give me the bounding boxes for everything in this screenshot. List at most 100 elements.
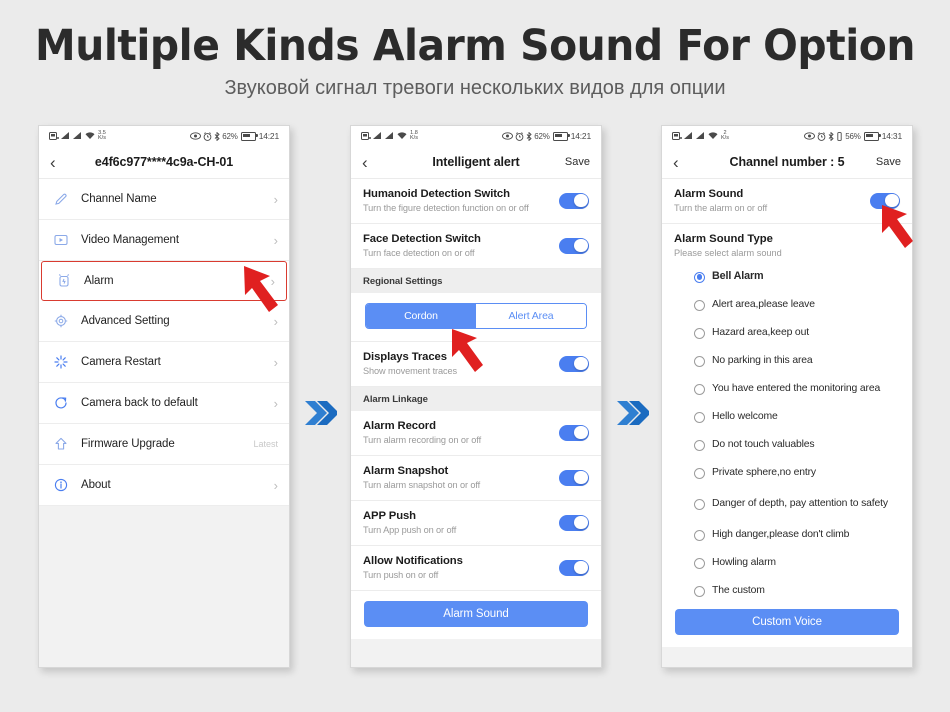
radio-unselected-icon — [694, 355, 705, 367]
toggle-row-subtitle: Turn face detection on or off — [363, 248, 475, 258]
settings-row-label: Firmware Upgrade — [81, 438, 175, 450]
settings-row-channel-name[interactable]: Channel Name › — [39, 179, 289, 220]
radio-option-do-not-touch-valuables[interactable]: Do not touch valuables — [662, 431, 912, 459]
radio-option-no-parking-in-this-area[interactable]: No parking in this area — [662, 347, 912, 375]
toggle-row-face-detection[interactable]: Face Detection Switch Turn face detectio… — [351, 224, 601, 269]
save-button[interactable]: Save — [876, 156, 901, 168]
radio-option-label: Howling alarm — [712, 557, 776, 569]
chevron-right-icon: › — [273, 477, 278, 493]
toggle-knob — [574, 238, 588, 253]
segment-cordon[interactable]: Cordon — [366, 304, 476, 328]
save-button[interactable]: Save — [565, 156, 590, 168]
settings-row-advanced-setting[interactable]: Advanced Setting › — [39, 301, 289, 342]
alarm-clock-icon — [817, 131, 826, 141]
radio-option-label: The custom — [712, 585, 765, 597]
radio-option-the-custom[interactable]: The custom — [662, 577, 912, 605]
toggle-row-title: Alarm Sound — [674, 188, 744, 200]
radio-option-high-danger-please-dont-climb[interactable]: High danger,please don't climb — [662, 521, 912, 549]
alarm-clock-icon — [54, 271, 74, 291]
toggle-row-title: APP Push — [363, 510, 416, 522]
signal-bars-icon — [684, 132, 692, 139]
flow-separator-2 — [612, 393, 652, 433]
toggle-row-text: Alarm Record Turn alarm recording on or … — [363, 420, 553, 445]
alarm-sound-button[interactable]: Alarm Sound — [364, 601, 588, 627]
back-button[interactable]: ‹ — [673, 154, 691, 171]
toggle-row-displays-traces[interactable]: Displays Traces Show movement traces — [351, 342, 601, 387]
toggle-row-alarm-record[interactable]: Alarm Record Turn alarm recording on or … — [351, 411, 601, 456]
toggle-knob — [574, 515, 588, 530]
radio-option-danger-of-depth[interactable]: Danger of depth, pay attention to safety — [662, 487, 912, 521]
upload-arrow-icon — [51, 434, 71, 454]
toggle-knob — [574, 193, 588, 208]
clock-time: 14:21 — [570, 131, 591, 141]
chevron-right-icon: › — [273, 313, 278, 329]
radio-unselected-icon — [694, 585, 705, 597]
navigation-bar: ‹ Intelligent alert Save — [351, 146, 601, 179]
segmented-control-region-mode[interactable]: Cordon Alert Area — [365, 303, 587, 329]
double-chevron-right-icon — [617, 401, 649, 425]
custom-voice-button[interactable]: Custom Voice — [675, 609, 899, 635]
status-bar-left: 1.8 K/s — [361, 130, 418, 142]
toggle-switch[interactable] — [870, 192, 900, 209]
toggle-row-title: Allow Notifications — [363, 555, 463, 567]
sim-card-icon — [49, 132, 59, 140]
toggle-row-app-push[interactable]: APP Push Turn App push on or off — [351, 501, 601, 546]
screen-title: e4f6c977****4c9a-CH-01 — [94, 155, 234, 169]
firmware-status-text: Latest — [253, 439, 278, 449]
toggle-row-text: Alarm Snapshot Turn alarm snapshot on or… — [363, 465, 553, 490]
wifi-icon — [85, 132, 95, 139]
settings-row-camera-back-to-default[interactable]: Camera back to default › — [39, 383, 289, 424]
radio-option-hazard-area-keep-out[interactable]: Hazard area,keep out — [662, 319, 912, 347]
radio-option-hello-welcome[interactable]: Hello welcome — [662, 403, 912, 431]
radio-unselected-icon — [694, 299, 705, 311]
back-button[interactable]: ‹ — [362, 154, 380, 171]
chevron-right-icon: › — [273, 191, 278, 207]
settings-row-video-management[interactable]: Video Management › — [39, 220, 289, 261]
settings-row-label: Advanced Setting — [81, 315, 170, 327]
radio-option-private-sphere-no-entry[interactable]: Private sphere,no entry — [662, 459, 912, 487]
radio-option-label: Do not touch valuables — [712, 439, 815, 451]
settings-row-camera-restart[interactable]: Camera Restart › — [39, 342, 289, 383]
radio-option-you-have-entered-the-monitoring-area[interactable]: You have entered the monitoring area — [662, 375, 912, 403]
status-bar-right: 56% 14:31 — [804, 131, 902, 141]
settings-row-about[interactable]: About › — [39, 465, 289, 506]
toggle-row-subtitle: Turn the alarm on or off — [674, 203, 768, 213]
settings-list: Channel Name › Video Management › Alarm … — [39, 179, 289, 667]
toggle-row-text: Displays Traces Show movement traces — [363, 351, 553, 376]
radio-option-howling-alarm[interactable]: Howling alarm — [662, 549, 912, 577]
toggle-row-alarm-sound[interactable]: Alarm Sound Turn the alarm on or off — [662, 179, 912, 224]
bluetooth-icon — [214, 131, 220, 141]
toggle-row-alarm-snapshot[interactable]: Alarm Snapshot Turn alarm snapshot on or… — [351, 456, 601, 501]
toggle-switch[interactable] — [559, 424, 589, 441]
toggle-switch[interactable] — [559, 559, 589, 576]
toggle-switch[interactable] — [559, 514, 589, 531]
radio-option-bell-alarm[interactable]: Bell Alarm — [662, 263, 912, 291]
radio-option-alert-area-please-leave[interactable]: Alert area,please leave — [662, 291, 912, 319]
double-chevron-right-icon — [305, 401, 337, 425]
alarm-sound-body: Alarm Sound Turn the alarm on or off Ala… — [662, 179, 912, 667]
radio-option-label: Bell Alarm — [712, 270, 764, 283]
toggle-row-humanoid-detection[interactable]: Humanoid Detection Switch Turn the figur… — [351, 179, 601, 224]
toggle-row-allow-notifications[interactable]: Allow Notifications Turn push on or off — [351, 546, 601, 591]
radio-option-label: Hazard area,keep out — [712, 327, 809, 339]
wifi-icon — [397, 132, 407, 139]
settings-row-alarm[interactable]: Alarm › — [41, 261, 287, 301]
screen-title: Intelligent alert — [432, 155, 520, 169]
back-button[interactable]: ‹ — [50, 154, 68, 171]
status-bar: 3.5 K/s 62% 14:21 — [39, 126, 289, 146]
settings-list-block: Channel Name › Video Management › Alarm … — [39, 179, 289, 506]
toggle-switch[interactable] — [559, 355, 589, 372]
settings-row-label: Channel Name — [81, 193, 157, 205]
bluetooth-icon — [526, 131, 532, 141]
status-bar: 2 K/s 56% 14:31 — [662, 126, 912, 146]
toggle-switch[interactable] — [559, 469, 589, 486]
page-title: Multiple Kinds Alarm Sound For Option — [35, 21, 915, 71]
toggle-switch[interactable] — [559, 192, 589, 209]
battery-percent: 62% — [534, 131, 550, 141]
radio-option-label: Hello welcome — [712, 411, 778, 423]
segment-alert-area[interactable]: Alert Area — [476, 304, 586, 328]
pencil-icon — [51, 189, 71, 209]
toggle-switch[interactable] — [559, 237, 589, 254]
settings-row-firmware-upgrade[interactable]: Firmware Upgrade Latest — [39, 424, 289, 465]
video-icon — [51, 230, 71, 250]
